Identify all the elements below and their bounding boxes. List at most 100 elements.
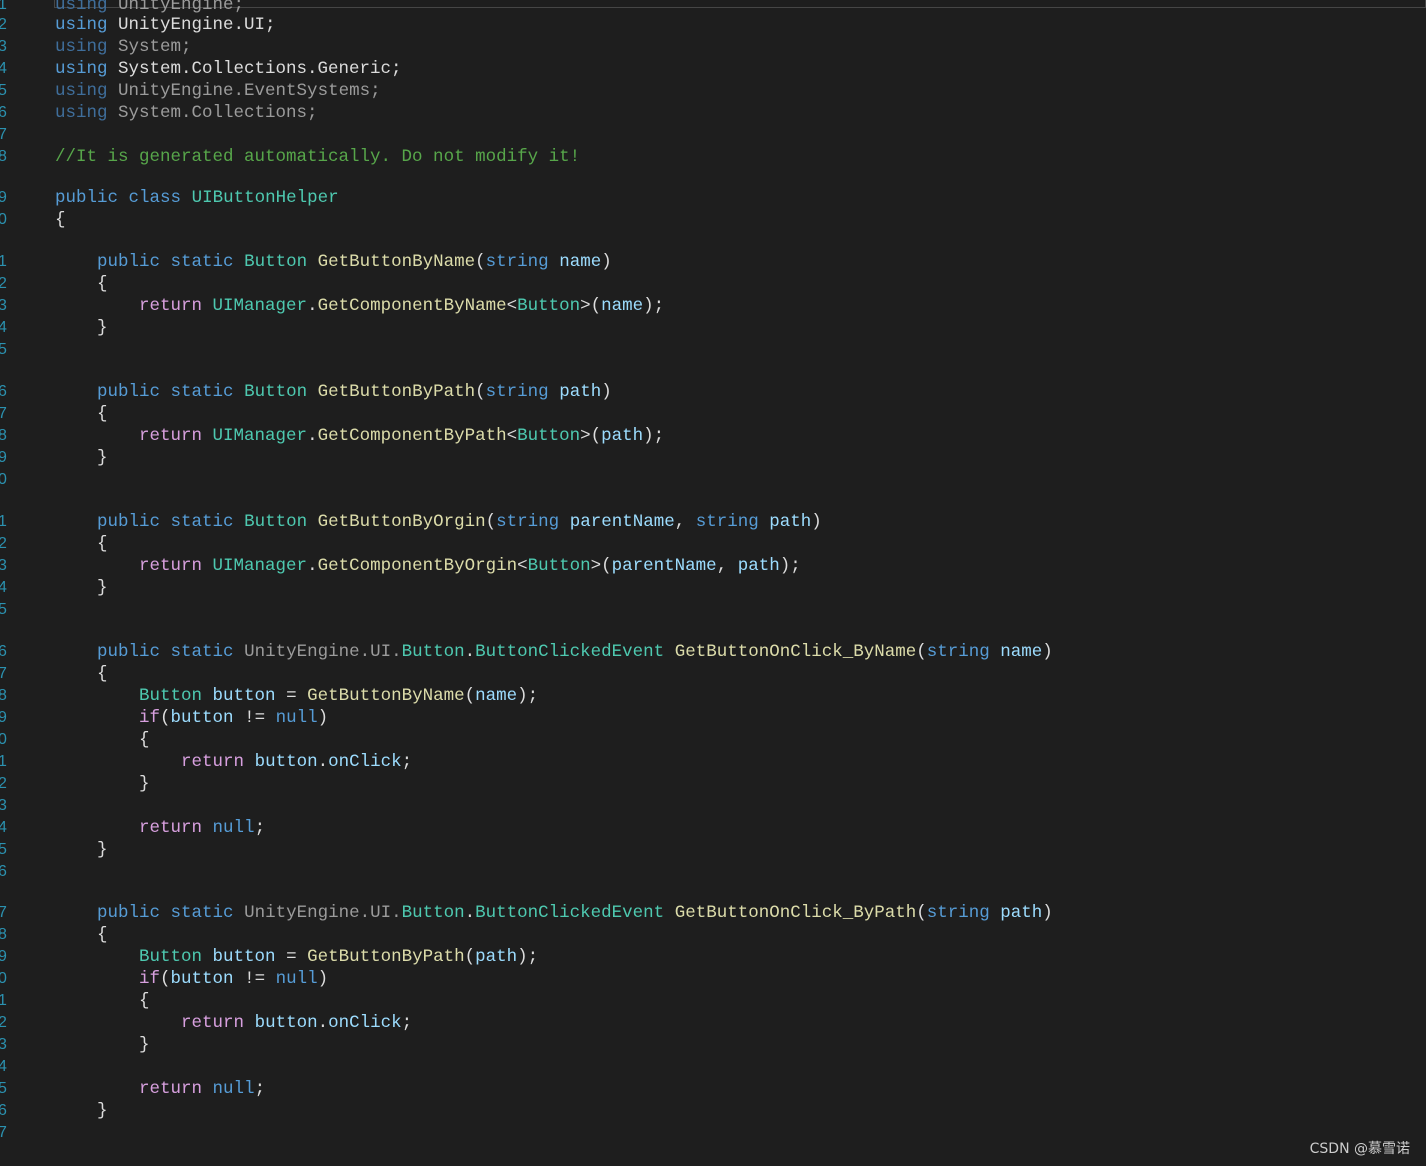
code-line[interactable]: 3 return UIManager.GetComponentByName<Bu… [0, 295, 1426, 317]
lightbulb-icon[interactable] [16, 0, 28, 2]
watermark: CSDN @慕雪诺 [1309, 1141, 1410, 1157]
code-line[interactable]: 6 } [0, 1100, 1426, 1122]
code-line[interactable]: 1 public static Button GetButtonByOrgin(… [0, 511, 1426, 533]
line-number: 2 [0, 535, 7, 552]
code-token: public [97, 382, 161, 402]
line-number: 9 [0, 189, 7, 206]
code-token: onClick [328, 1013, 402, 1033]
code-line[interactable]: 6 public static UnityEngine.UI.Button.Bu… [0, 641, 1426, 663]
code-text: public static UnityEngine.UI.Button.Butt… [55, 641, 1053, 663]
code-token: null [275, 969, 318, 989]
code-text: { [55, 273, 108, 295]
code-token: public [55, 188, 119, 208]
code-token: Button [401, 642, 465, 662]
code-line[interactable]: 0 [0, 469, 1426, 491]
code-text: if(button != null) [55, 968, 328, 990]
line-number: 8 [0, 427, 7, 444]
code-line[interactable]: 5 [0, 339, 1426, 361]
code-text: Button button = GetButtonByName(name); [55, 685, 538, 707]
code-line[interactable]: 3 using System; [0, 36, 1426, 58]
code-text: if(button != null) [55, 707, 328, 729]
code-line[interactable]: 3 return UIManager.GetComponentByOrgin<B… [0, 555, 1426, 577]
code-line[interactable]: 9 if(button != null) [0, 707, 1426, 729]
line-number: 3 [0, 797, 7, 814]
code-token: } [139, 774, 150, 794]
code-line[interactable]: 0{ [0, 209, 1426, 231]
code-line[interactable]: 7 { [0, 663, 1426, 685]
code-line[interactable]: 0 if(button != null) [0, 968, 1426, 990]
code-token: onClick [328, 752, 402, 772]
code-line[interactable]: 8 { [0, 924, 1426, 946]
code-token: { [55, 210, 66, 230]
code-token: using [55, 15, 108, 35]
code-line[interactable]: 6 using System.Collections; [0, 102, 1426, 124]
code-line[interactable]: 6 [0, 861, 1426, 883]
code-line[interactable]: 7 [0, 1122, 1426, 1144]
line-number: 9 [0, 948, 7, 965]
code-token: UIManager [212, 296, 308, 316]
code-line[interactable]: 2 { [0, 533, 1426, 555]
code-token: >( [580, 426, 602, 446]
code-line[interactable]: 3 [0, 795, 1426, 817]
code-line[interactable]: 5 using UnityEngine.EventSystems; [0, 80, 1426, 102]
code-line[interactable]: 2 return button.onClick; [0, 1012, 1426, 1034]
code-line[interactable]: 9 } [0, 447, 1426, 469]
code-line[interactable]: 2 using UnityEngine.UI; [0, 14, 1426, 36]
code-token: GetButtonByOrgin [317, 512, 486, 532]
code-line[interactable]: 9 Button button = GetButtonByPath(path); [0, 946, 1426, 968]
line-number: 3 [0, 1036, 7, 1053]
code-line[interactable]: 4 [0, 1056, 1426, 1078]
code-line[interactable]: 6 public static Button GetButtonByPath(s… [0, 381, 1426, 403]
code-token: ( [485, 512, 497, 532]
code-line[interactable]: 5 [0, 599, 1426, 621]
code-line[interactable]: 7 [0, 124, 1426, 146]
code-line[interactable]: 7 public static UnityEngine.UI.Button.Bu… [0, 902, 1426, 924]
code-line[interactable]: 7 { [0, 403, 1426, 425]
code-line[interactable]: 4 } [0, 577, 1426, 599]
code-token: { [97, 404, 108, 424]
line-number: 0 [0, 471, 7, 488]
code-line[interactable]: 5 } [0, 839, 1426, 861]
code-text: //It is generated automatically. Do not … [55, 146, 580, 168]
code-editor[interactable]: 1 using UnityEngine; 2 using UnityEngine.UI… [0, 0, 1426, 1166]
code-token: parentName [569, 512, 675, 532]
code-text: using UnityEngine.EventSystems; [55, 80, 381, 102]
code-line[interactable]: 3 } [0, 1034, 1426, 1056]
code-line[interactable]: 0 { [0, 729, 1426, 751]
code-token: { [97, 925, 108, 945]
code-token: static [170, 642, 234, 662]
code-text: using System; [55, 36, 192, 58]
code-token: GetButtonByPath [307, 947, 465, 967]
code-token: { [97, 664, 108, 684]
code-line[interactable]: 1 return button.onClick; [0, 751, 1426, 773]
code-line[interactable]: 8 return UIManager.GetComponentByPath<Bu… [0, 425, 1426, 447]
code-line[interactable]: 4 return null; [0, 817, 1426, 839]
code-line[interactable]: 4 } [0, 317, 1426, 339]
code-line[interactable]: 2 { [0, 273, 1426, 295]
code-line[interactable]: 9 public class UIButtonHelper [0, 187, 1426, 209]
code-token: ) [811, 512, 822, 532]
line-number: 4 [0, 1058, 7, 1075]
code-token: path [1000, 903, 1043, 923]
code-line[interactable]: 4 using System.Collections.Generic; [0, 58, 1426, 80]
code-line[interactable]: 1 public static Button GetButtonByName(s… [0, 251, 1426, 273]
code-line[interactable]: 1 { [0, 990, 1426, 1012]
code-line[interactable]: 8 Button button = GetButtonByName(name); [0, 685, 1426, 707]
code-token: Button [244, 382, 308, 402]
code-text: { [55, 403, 108, 425]
code-line[interactable]: 2 } [0, 773, 1426, 795]
code-line[interactable]: 5 return null; [0, 1078, 1426, 1100]
code-text: public static Button GetButtonByName(str… [55, 251, 612, 273]
code-line[interactable]: 8 //It is generated automatically. Do not… [0, 146, 1426, 168]
code-token: name [559, 252, 602, 272]
